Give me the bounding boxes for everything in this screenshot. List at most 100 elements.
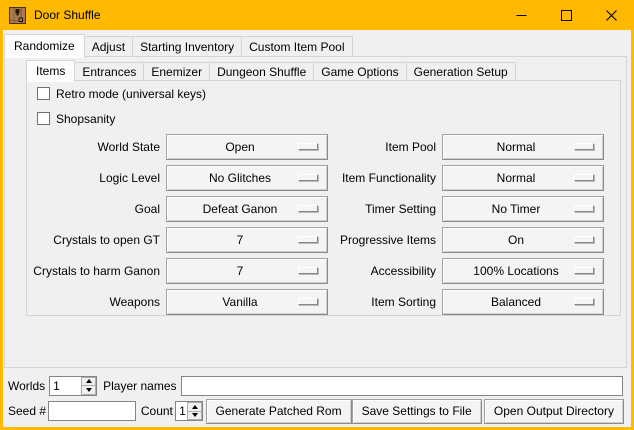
count-label: Count (141, 404, 173, 418)
tab-randomize[interactable]: Randomize (4, 34, 85, 58)
worlds-label: Worlds (8, 379, 45, 393)
retro-mode-label: Retro mode (universal keys) (56, 87, 206, 101)
world-state-value: Open (225, 140, 268, 154)
tab-starting-inventory[interactable]: Starting Inventory (132, 36, 242, 57)
dropdown-handle-icon (574, 267, 594, 274)
crystals-open-gt-row: Crystals to open GT 7 (27, 224, 328, 255)
goal-dropdown[interactable]: Defeat Ganon (166, 196, 328, 222)
save-settings-button[interactable]: Save Settings to File (352, 399, 482, 424)
retro-mode-checkbox[interactable] (37, 87, 50, 100)
accessibility-value: 100% Locations (473, 264, 572, 278)
main-tab-bar: Randomize Adjust Starting Inventory Cust… (4, 32, 352, 57)
timer-setting-label: Timer Setting (328, 202, 442, 216)
open-output-directory-button[interactable]: Open Output Directory (484, 399, 624, 424)
seed-row: Seed # Count 1 Generate Patched Rom Save… (8, 398, 624, 424)
tab-game-options[interactable]: Game Options (313, 62, 406, 81)
dropdown-handle-icon (574, 143, 594, 150)
dropdown-handle-icon (574, 205, 594, 212)
tab-dungeon-shuffle[interactable]: Dungeon Shuffle (209, 62, 314, 81)
progressive-items-value: On (508, 233, 538, 247)
item-functionality-label: Item Functionality (328, 171, 442, 185)
minimize-icon[interactable] (499, 0, 544, 30)
progressive-items-label: Progressive Items (328, 233, 442, 247)
tab-generation-setup[interactable]: Generation Setup (406, 62, 516, 81)
player-names-label: Player names (103, 379, 176, 393)
retro-mode-checkbox-row[interactable]: Retro mode (universal keys) (27, 81, 620, 106)
options-grid: World State Open Logic Level No Glitches (27, 131, 620, 317)
crystals-harm-ganon-row: Crystals to harm Ganon 7 (27, 255, 328, 286)
generate-patched-rom-button[interactable]: Generate Patched Rom (206, 399, 352, 424)
logic-level-dropdown[interactable]: No Glitches (166, 165, 328, 191)
worlds-spin-buttons (81, 377, 96, 395)
count-spinner[interactable]: 1 (175, 401, 203, 421)
titlebar[interactable]: Door Shuffle (0, 0, 634, 30)
close-icon[interactable] (589, 0, 634, 30)
spin-down-icon[interactable] (81, 386, 96, 395)
logic-level-label: Logic Level (27, 171, 166, 185)
worlds-row: Worlds 1 Player names (8, 375, 624, 396)
item-sorting-dropdown[interactable]: Balanced (442, 289, 604, 315)
dropdown-handle-icon (298, 205, 318, 212)
weapons-row: Weapons Vanilla (27, 286, 328, 317)
shopsanity-label: Shopsanity (56, 112, 115, 126)
weapons-label: Weapons (27, 295, 166, 309)
weapons-dropdown[interactable]: Vanilla (166, 289, 328, 315)
tab-adjust[interactable]: Adjust (84, 36, 133, 57)
dropdown-handle-icon (298, 236, 318, 243)
door-chest-icon (9, 7, 26, 24)
crystals-open-gt-dropdown[interactable]: 7 (166, 227, 328, 253)
dropdown-handle-icon (574, 236, 594, 243)
dropdown-handle-icon (298, 298, 318, 305)
dropdown-handle-icon (574, 174, 594, 181)
weapons-value: Vanilla (222, 295, 271, 309)
item-pool-dropdown[interactable]: Normal (442, 134, 604, 160)
shopsanity-checkbox-row[interactable]: Shopsanity (27, 106, 620, 131)
item-sorting-value: Balanced (491, 295, 555, 309)
shopsanity-checkbox[interactable] (37, 112, 50, 125)
seed-label: Seed # (8, 404, 46, 418)
timer-setting-dropdown[interactable]: No Timer (442, 196, 604, 222)
item-pool-label: Item Pool (328, 140, 442, 154)
app-window: Door Shuffle Randomize Adjust Starting I… (0, 0, 634, 430)
count-spin-buttons (187, 402, 202, 420)
goal-label: Goal (27, 202, 166, 216)
options-column-left: World State Open Logic Level No Glitches (27, 131, 328, 317)
world-state-label: World State (27, 140, 166, 154)
crystals-harm-ganon-dropdown[interactable]: 7 (166, 258, 328, 284)
accessibility-dropdown[interactable]: 100% Locations (442, 258, 604, 284)
world-state-dropdown[interactable]: Open (166, 134, 328, 160)
accessibility-label: Accessibility (328, 264, 442, 278)
spin-down-icon[interactable] (187, 412, 202, 421)
tab-entrances[interactable]: Entrances (74, 62, 144, 81)
items-pane: Retro mode (universal keys) Shopsanity W… (26, 80, 621, 316)
seed-input[interactable] (48, 401, 136, 421)
crystals-open-gt-label: Crystals to open GT (27, 233, 166, 247)
tab-items[interactable]: Items (26, 60, 75, 82)
window-title: Door Shuffle (34, 8, 101, 22)
worlds-spinner[interactable]: 1 (49, 376, 97, 396)
caption-buttons (499, 0, 634, 30)
item-functionality-value: Normal (497, 171, 550, 185)
crystals-harm-ganon-label: Crystals to harm Ganon (27, 264, 166, 278)
worlds-value[interactable]: 1 (50, 377, 81, 395)
logic-level-value: No Glitches (209, 171, 285, 185)
player-names-input[interactable] (181, 376, 624, 396)
goal-value: Defeat Ganon (203, 202, 292, 216)
timer-setting-row: Timer Setting No Timer (328, 193, 604, 224)
progressive-items-dropdown[interactable]: On (442, 227, 604, 253)
sub-tab-bar: Items Entrances Enemizer Dungeon Shuffle… (26, 58, 515, 81)
maximize-icon[interactable] (544, 0, 589, 30)
spin-up-icon[interactable] (187, 402, 202, 412)
tab-custom-item-pool[interactable]: Custom Item Pool (241, 36, 352, 57)
crystals-open-gt-value: 7 (237, 233, 258, 247)
dropdown-handle-icon (298, 174, 318, 181)
count-value[interactable]: 1 (176, 402, 187, 420)
progressive-items-row: Progressive Items On (328, 224, 604, 255)
tab-enemizer[interactable]: Enemizer (143, 62, 210, 81)
item-functionality-dropdown[interactable]: Normal (442, 165, 604, 191)
timer-setting-value: No Timer (492, 202, 555, 216)
item-sorting-row: Item Sorting Balanced (328, 286, 604, 317)
goal-row: Goal Defeat Ganon (27, 193, 328, 224)
spin-up-icon[interactable] (81, 377, 96, 387)
world-state-row: World State Open (27, 131, 328, 162)
